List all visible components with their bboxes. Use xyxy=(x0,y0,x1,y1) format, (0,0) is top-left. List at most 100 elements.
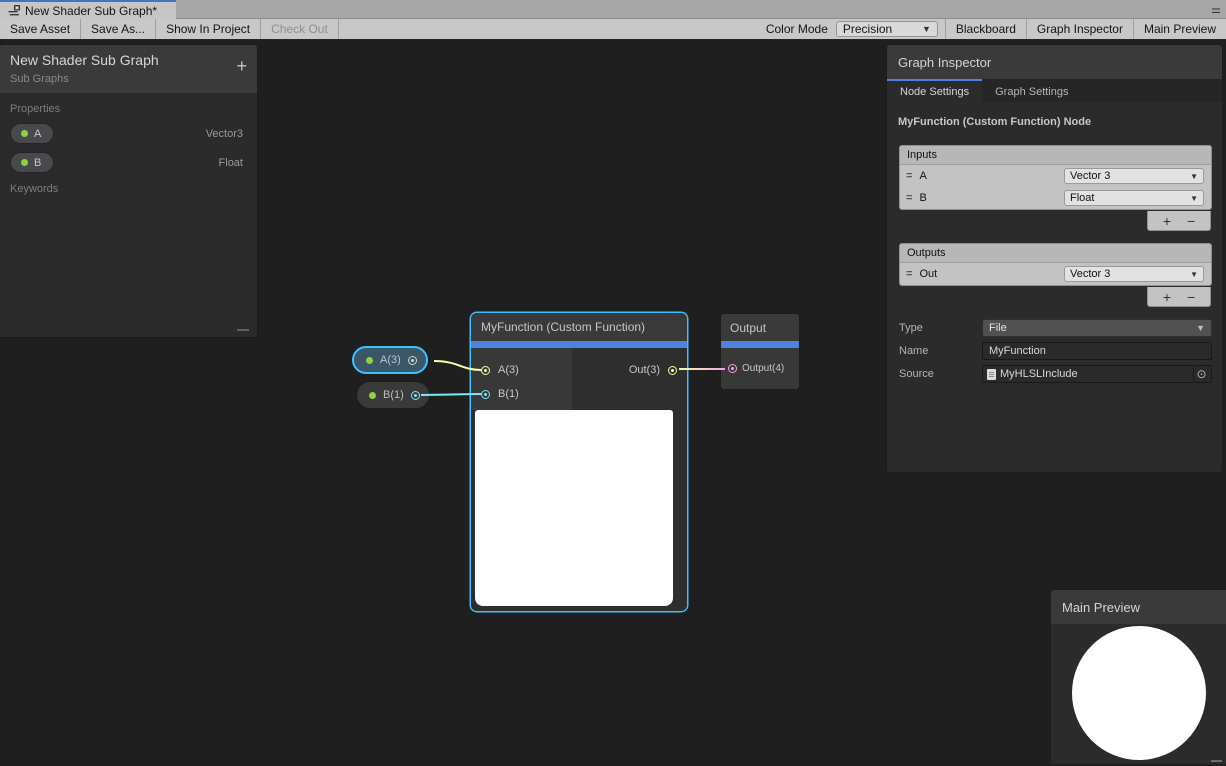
input-port-b[interactable] xyxy=(481,390,490,399)
property-pill-a[interactable]: A xyxy=(10,123,54,144)
window-tab-bar: New Shader Sub Graph* ⚌ xyxy=(0,0,1226,19)
input-b-type-value: Float xyxy=(1070,192,1094,204)
color-mode-dropdown[interactable]: Precision ▼ xyxy=(836,21,938,37)
output-name: Out xyxy=(919,268,1057,280)
output-node[interactable]: Output Output(4) xyxy=(720,313,800,390)
graph-toolbar: Save Asset Save As... Show In Project Ch… xyxy=(0,19,1226,40)
main-preview-body[interactable] xyxy=(1051,624,1226,765)
inputs-row-a[interactable]: = A Vector 3 ▼ xyxy=(900,165,1211,187)
keywords-section-label: Keywords xyxy=(0,173,257,195)
property-a-output-port[interactable] xyxy=(408,356,417,365)
blackboard-header[interactable]: New Shader Sub Graph Sub Graphs + xyxy=(0,45,257,93)
save-asset-button[interactable]: Save Asset xyxy=(0,19,81,39)
drag-handle-icon[interactable]: = xyxy=(906,268,912,280)
source-value: MyHLSLInclude xyxy=(1000,368,1189,380)
type-dropdown[interactable]: File ▼ xyxy=(982,319,1212,337)
show-in-project-button[interactable]: Show In Project xyxy=(156,19,261,39)
name-label: Name xyxy=(899,345,982,357)
main-preview-title: Main Preview xyxy=(1062,600,1140,615)
color-mode-value: Precision xyxy=(843,22,892,36)
inputs-row-b[interactable]: = B Float ▼ xyxy=(900,187,1211,209)
check-out-button[interactable]: Check Out xyxy=(261,19,339,39)
file-asset-icon xyxy=(987,369,996,380)
add-input-button[interactable]: + xyxy=(1163,213,1171,229)
object-picker-icon[interactable]: ⊙ xyxy=(1193,366,1209,382)
output-port-label: Out(3) xyxy=(629,364,660,376)
output-port-row: Out(3) xyxy=(572,358,687,382)
property-type-label: Float xyxy=(219,157,243,169)
input-name: B xyxy=(919,192,1057,204)
preview-resize-handle[interactable] xyxy=(1211,760,1222,762)
source-object-field[interactable]: MyHLSLInclude ⊙ xyxy=(982,365,1212,383)
input-port-b-label: B(1) xyxy=(498,388,519,400)
tab-graph-settings[interactable]: Graph Settings xyxy=(982,79,1081,102)
output-node-input-port[interactable] xyxy=(728,364,737,373)
exposed-property-dot xyxy=(369,392,376,399)
inputs-list-header: Inputs xyxy=(900,146,1211,165)
chevron-down-icon: ▼ xyxy=(1196,323,1205,333)
graph-inspector-panel: Graph Inspector Node Settings Graph Sett… xyxy=(886,44,1223,473)
outputs-list: Outputs = Out Vector 3 ▼ xyxy=(899,243,1212,286)
source-label: Source xyxy=(899,368,982,380)
type-value: File xyxy=(989,322,1007,334)
node-title: Output xyxy=(721,314,799,341)
remove-output-button[interactable]: − xyxy=(1187,289,1195,305)
node-output-column: Out(3) xyxy=(572,348,687,410)
node-title: MyFunction (Custom Function) xyxy=(471,313,687,341)
chevron-down-icon: ▼ xyxy=(1190,270,1198,279)
inputs-list: Inputs = A Vector 3 ▼ = B Float ▼ xyxy=(899,145,1212,210)
preview-sphere xyxy=(1072,626,1206,760)
input-port-row-a: A(3) xyxy=(471,358,572,382)
output-type-dropdown[interactable]: Vector 3 ▼ xyxy=(1064,266,1204,282)
tab-shader-sub-graph[interactable]: New Shader Sub Graph* xyxy=(0,0,176,19)
remove-input-button[interactable]: − xyxy=(1187,213,1195,229)
output-port-out[interactable] xyxy=(668,366,677,375)
add-output-button[interactable]: + xyxy=(1163,289,1171,305)
property-node-a[interactable]: A(3) xyxy=(352,346,428,374)
node-port-area: A(3) B(1) Out(3) xyxy=(471,348,687,410)
property-node-label: B(1) xyxy=(383,389,404,401)
input-name: A xyxy=(919,170,1057,182)
output-node-port-label: Output(4) xyxy=(742,363,784,374)
main-preview-header[interactable]: Main Preview xyxy=(1051,590,1226,624)
property-pill-label: B xyxy=(34,157,41,169)
inspector-tab-bar: Node Settings Graph Settings xyxy=(887,79,1222,102)
blackboard-resize-handle[interactable] xyxy=(237,329,249,331)
save-as-button[interactable]: Save As... xyxy=(81,19,156,39)
main-preview-toggle-button[interactable]: Main Preview xyxy=(1133,19,1226,39)
function-name-input[interactable] xyxy=(982,342,1212,360)
tab-node-settings[interactable]: Node Settings xyxy=(887,79,982,102)
chevron-down-icon: ▼ xyxy=(922,24,931,34)
property-node-label: A(3) xyxy=(380,354,401,366)
drag-handle-icon[interactable]: = xyxy=(906,170,912,182)
selected-node-heading: MyFunction (Custom Function) Node xyxy=(887,102,1222,128)
property-type-label: Vector3 xyxy=(206,128,243,140)
main-preview-panel: Main Preview xyxy=(1050,589,1226,764)
chevron-down-icon: ▼ xyxy=(1190,172,1198,181)
source-field-row: Source MyHLSLInclude ⊙ xyxy=(899,365,1212,383)
property-b-output-port[interactable] xyxy=(411,391,420,400)
blackboard-toggle-button[interactable]: Blackboard xyxy=(945,19,1026,39)
drag-handle-icon[interactable]: = xyxy=(906,192,912,204)
blackboard-property-row: A Vector3 xyxy=(10,123,247,144)
custom-function-node[interactable]: MyFunction (Custom Function) A(3) B(1) O… xyxy=(471,313,687,611)
node-input-column: A(3) B(1) xyxy=(471,348,572,410)
blackboard-subtitle: Sub Graphs xyxy=(10,73,247,85)
graph-inspector-toggle-button[interactable]: Graph Inspector xyxy=(1026,19,1133,39)
property-pill-b[interactable]: B xyxy=(10,152,54,173)
add-property-button[interactable]: + xyxy=(236,57,247,75)
input-b-type-dropdown[interactable]: Float ▼ xyxy=(1064,190,1204,206)
blackboard-panel: New Shader Sub Graph Sub Graphs + Proper… xyxy=(0,44,258,338)
graph-canvas[interactable]: A(3) B(1) MyFunction (Custom Function) A… xyxy=(0,40,1226,766)
input-a-type-value: Vector 3 xyxy=(1070,170,1110,182)
inspector-header[interactable]: Graph Inspector xyxy=(887,45,1222,79)
input-port-a[interactable] xyxy=(481,366,490,375)
type-label: Type xyxy=(899,322,982,334)
input-a-type-dropdown[interactable]: Vector 3 ▼ xyxy=(1064,168,1204,184)
outputs-row-out[interactable]: = Out Vector 3 ▼ xyxy=(900,263,1211,285)
output-node-port-row: Output(4) xyxy=(721,358,799,378)
node-preview-area xyxy=(471,410,687,611)
precision-color-strip xyxy=(471,341,687,348)
kebab-menu-icon[interactable]: ⚌ xyxy=(1211,0,1221,19)
property-node-b[interactable]: B(1) xyxy=(356,381,430,409)
